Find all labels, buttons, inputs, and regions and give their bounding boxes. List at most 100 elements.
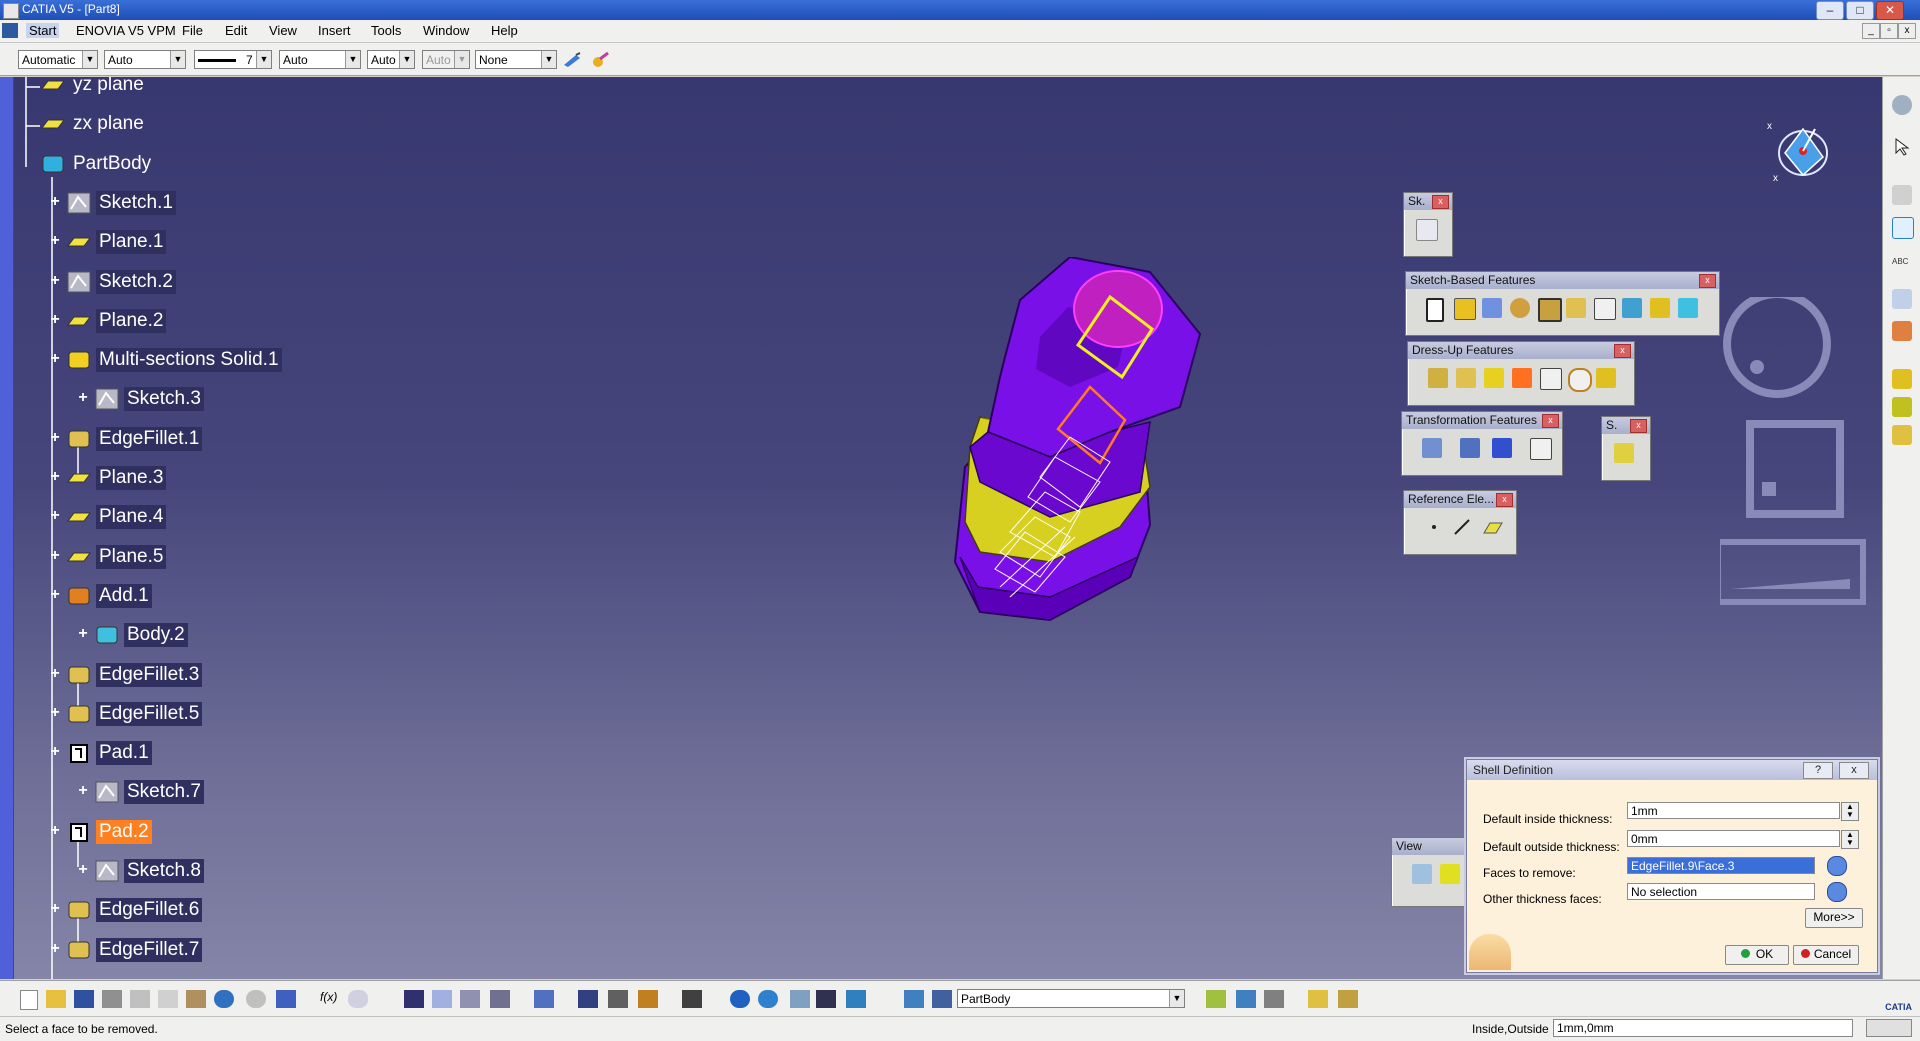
tree-expander[interactable]: + <box>48 508 62 524</box>
pattern-tool-icon[interactable] <box>1492 438 1512 458</box>
cut-icon[interactable] <box>130 990 150 1008</box>
prompt-history-button[interactable] <box>1866 1019 1912 1037</box>
tree-expander[interactable]: + <box>48 272 62 289</box>
inside-thickness-spinner[interactable]: ▲ ▼ <box>1841 802 1859 821</box>
remove-face-tool-icon[interactable] <box>1596 368 1616 388</box>
tree-item[interactable]: + Plane.1 <box>50 228 167 256</box>
tree-item[interactable]: + Pad.1 <box>50 739 152 767</box>
tree-expander[interactable]: + <box>48 744 62 760</box>
tree-expander[interactable]: + <box>48 704 62 721</box>
tree-expander[interactable]: + <box>48 469 62 485</box>
tree-item[interactable]: zx plane <box>40 110 147 138</box>
tree-expander[interactable]: + <box>48 193 62 210</box>
tree-item[interactable]: + Body.2 <box>78 621 188 649</box>
removed-multi-sections-icon[interactable] <box>1678 298 1698 318</box>
select-arrow-icon[interactable] <box>1892 137 1912 157</box>
tree-item[interactable]: + Plane.4 <box>50 503 167 531</box>
tree-item[interactable]: + Sketch.7 <box>78 778 204 806</box>
tree-expander[interactable]: + <box>48 547 62 564</box>
outside-thickness-spinner[interactable]: ▲ ▼ <box>1841 830 1859 849</box>
tree-item[interactable]: + Sketch.2 <box>50 268 176 296</box>
annotation-icon[interactable]: ABC <box>1892 257 1912 277</box>
copy-icon[interactable] <box>158 990 178 1008</box>
catia-app-icon[interactable] <box>3 3 19 19</box>
tree-item[interactable]: + EdgeFillet.3 <box>50 661 203 689</box>
minimize-button[interactable]: – <box>1816 1 1844 20</box>
stiffener-tool-icon[interactable] <box>1622 298 1642 318</box>
part-model[interactable] <box>940 257 1220 717</box>
faces-list-icon[interactable] <box>1827 856 1847 876</box>
other-thickness-field[interactable]: No selection <box>1627 883 1815 900</box>
edge-fillet-tool-icon[interactable] <box>1428 368 1448 388</box>
update-icon[interactable] <box>534 990 554 1008</box>
dialog-help-button[interactable]: ? <box>1803 762 1833 779</box>
tree-expander[interactable]: + <box>76 783 90 799</box>
powercopy-icon[interactable] <box>1338 990 1358 1008</box>
transparency-combo[interactable]: Auto ▼ <box>104 50 186 69</box>
start-logo-icon[interactable] <box>2 23 18 38</box>
tree-expander[interactable]: + <box>48 665 62 682</box>
redo-icon[interactable] <box>246 990 266 1008</box>
menu-edit[interactable]: Edit <box>225 23 247 38</box>
tree-expander[interactable]: + <box>48 351 62 367</box>
menu-insert[interactable]: Insert <box>318 23 351 38</box>
shell-tool-icon[interactable] <box>1512 368 1532 388</box>
pocket-tool-icon[interactable] <box>1454 298 1476 320</box>
normal-view-icon[interactable] <box>816 990 836 1008</box>
plane-tool-icon[interactable] <box>1482 517 1503 537</box>
tree-item[interactable]: + Add.1 <box>50 582 152 610</box>
fit-all-icon[interactable] <box>1440 864 1460 884</box>
tree-item[interactable]: + Pad.2 <box>50 818 152 846</box>
knowledge-icon[interactable] <box>432 990 452 1008</box>
tree-expander[interactable]: + <box>48 311 62 328</box>
formula-icon[interactable]: f(x) <box>320 990 340 1008</box>
tree-expander[interactable]: + <box>76 390 90 406</box>
compass-icon[interactable]: x x <box>1765 117 1835 187</box>
comment-icon[interactable] <box>348 990 368 1008</box>
tree-item[interactable]: PartBody <box>40 150 154 178</box>
tree-expander[interactable]: + <box>48 940 62 957</box>
boolean-remove-icon[interactable] <box>1892 425 1912 445</box>
undo-icon[interactable] <box>214 990 234 1008</box>
open-folder-icon[interactable] <box>46 990 66 1008</box>
swap-space-icon[interactable] <box>608 990 628 1008</box>
tree-item[interactable]: + Plane.3 <box>50 464 167 492</box>
gear-icon[interactable] <box>1892 95 1912 115</box>
axis-system-icon[interactable] <box>1892 289 1912 309</box>
tree-expander[interactable]: + <box>76 626 90 642</box>
point-tool-icon[interactable] <box>1424 517 1444 537</box>
close-icon[interactable]: x <box>1432 195 1449 209</box>
tree-expander[interactable]: + <box>48 901 62 917</box>
dialog-close-button[interactable]: x <box>1839 762 1869 779</box>
point-type-combo[interactable]: Auto ▼ <box>367 50 415 69</box>
insert-body-icon[interactable] <box>1206 990 1226 1008</box>
measure-icon[interactable] <box>1892 185 1912 205</box>
space-analysis-icon[interactable] <box>1892 217 1914 239</box>
tree-item[interactable]: + EdgeFillet.7 <box>50 936 203 964</box>
tree-item[interactable]: + Sketch.3 <box>78 385 204 413</box>
tree-item[interactable]: + Plane.5 <box>50 543 167 571</box>
tree-expander[interactable]: + <box>48 822 62 839</box>
tree-item[interactable]: + EdgeFillet.1 <box>50 425 203 453</box>
faces-to-remove-field[interactable]: EdgeFillet.9\Face.3 <box>1627 857 1815 874</box>
tree-item[interactable]: + EdgeFillet.6 <box>50 896 203 924</box>
close-icon[interactable]: x <box>1542 414 1559 428</box>
fit-all-in-icon[interactable] <box>730 990 750 1008</box>
menu-enovia[interactable]: ENOVIA V5 VPM <box>76 23 176 38</box>
mdi-close-button[interactable]: x <box>1898 23 1916 39</box>
line-tool-icon[interactable] <box>1452 517 1472 537</box>
tree-item[interactable]: + EdgeFillet.5 <box>50 700 203 728</box>
painter-icon[interactable] <box>562 51 584 69</box>
print-icon[interactable] <box>102 990 122 1008</box>
close-icon[interactable]: x <box>1614 344 1631 358</box>
close-icon[interactable]: x <box>1496 493 1513 507</box>
close-icon[interactable]: x <box>1630 419 1647 433</box>
tree-item[interactable]: + Plane.2 <box>50 307 167 335</box>
rib-tool-icon[interactable] <box>1566 298 1586 318</box>
scaling-tool-icon[interactable] <box>1530 438 1552 460</box>
tree-expander[interactable]: + <box>48 233 62 249</box>
menu-view[interactable]: View <box>269 23 297 38</box>
boolean-add-icon[interactable] <box>1892 397 1912 417</box>
multi-sections-solid-icon[interactable] <box>1650 298 1670 318</box>
layer-combo[interactable]: None ▼ <box>475 50 557 69</box>
